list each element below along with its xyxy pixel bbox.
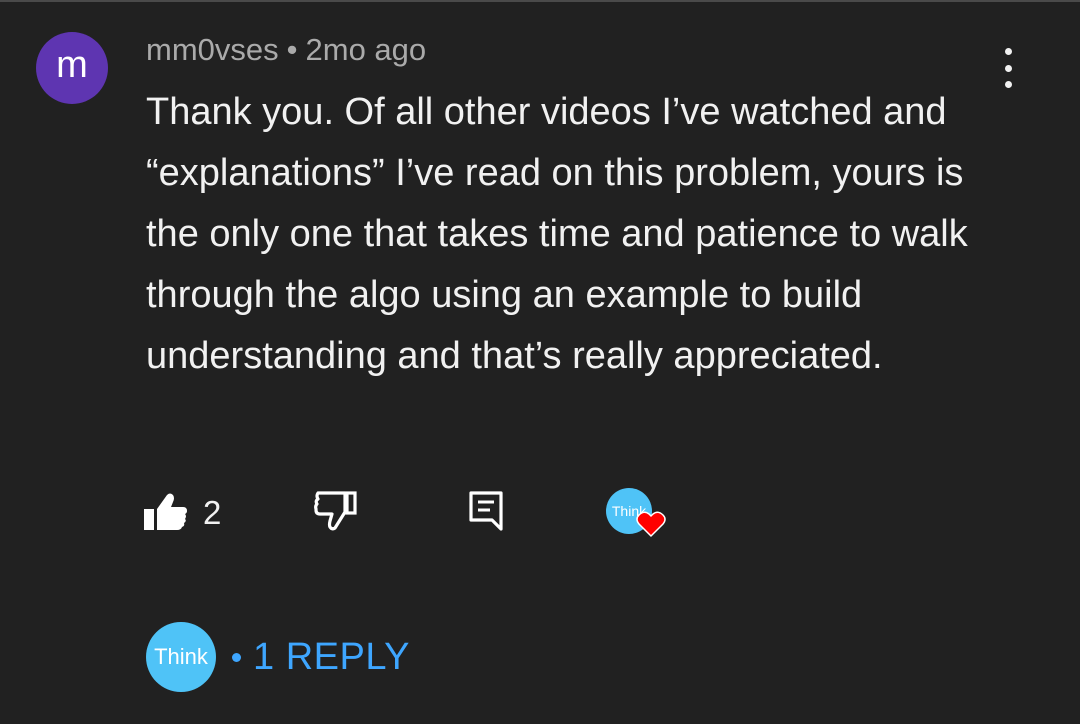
heart-icon <box>636 511 666 538</box>
meta-separator: • <box>286 32 298 67</box>
replies-count-label: 1 REPLY <box>253 635 410 678</box>
comment-actions: 2 Think <box>0 484 1080 544</box>
author-name[interactable]: mm0vses <box>146 32 279 67</box>
like-button[interactable] <box>142 492 192 536</box>
thumb-down-icon <box>314 491 357 531</box>
creator-avatar-text: Think <box>154 644 208 669</box>
reply-button[interactable] <box>468 490 508 534</box>
comment-reply-icon <box>469 491 503 531</box>
creator-heart-badge: Think <box>606 488 670 548</box>
dislike-button[interactable] <box>312 490 360 534</box>
view-replies-button[interactable]: Think 1 REPLY <box>146 622 410 692</box>
creator-avatar: Think <box>146 622 216 692</box>
thumb-up-icon <box>144 493 187 530</box>
replies-separator <box>232 652 241 662</box>
like-count: 2 <box>203 494 222 531</box>
published-time: 2mo ago <box>305 32 427 67</box>
author-avatar[interactable]: m <box>36 32 108 104</box>
comment-item: m mm0vses • 2mo ago Thank you. Of all othe… <box>0 0 1080 724</box>
comment-text: Thank you. Of all other videos I’ve watc… <box>146 91 968 377</box>
comment-header: mm0vses • 2mo ago <box>146 32 426 68</box>
avatar-letter: m <box>56 44 88 86</box>
